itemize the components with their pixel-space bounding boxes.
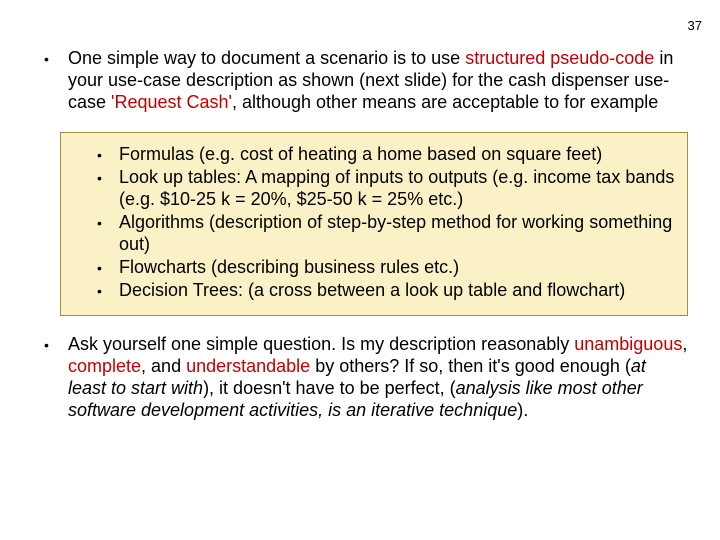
emphasis-red: understandable [186, 356, 310, 376]
bullet-marker: • [97, 144, 119, 166]
text-fragment: , although other means are acceptable to… [232, 92, 658, 112]
sub-bullet-text: Algorithms (description of step-by-step … [119, 212, 679, 256]
text-fragment: , and [141, 356, 186, 376]
emphasis-red: 'Request Cash' [111, 92, 232, 112]
bullet-marker: • [97, 280, 119, 302]
slide: 37 • One simple way to document a scenar… [0, 0, 720, 540]
emphasis-red: complete [68, 356, 141, 376]
text-fragment: One simple way to document a scenario is… [68, 48, 465, 68]
bullet-marker: • [44, 48, 68, 70]
bullet-marker: • [97, 257, 119, 279]
bullet-text-2: Ask yourself one simple question. Is my … [68, 334, 688, 422]
slide-content: • One simple way to document a scenario … [44, 48, 688, 429]
sub-bullet-item: • Look up tables: A mapping of inputs to… [69, 167, 679, 211]
emphasis-red: unambiguous [574, 334, 682, 354]
bullet-marker: • [97, 167, 119, 189]
highlight-box: • Formulas (e.g. cost of heating a home … [60, 132, 688, 316]
sub-bullet-item: • Decision Trees: (a cross between a loo… [69, 280, 679, 302]
text-fragment: , [682, 334, 687, 354]
page-number: 37 [688, 18, 702, 33]
bullet-marker: • [97, 212, 119, 234]
sub-bullet-item: • Flowcharts (describing business rules … [69, 257, 679, 279]
text-fragment: ). [517, 400, 528, 420]
sub-bullet-item: • Formulas (e.g. cost of heating a home … [69, 144, 679, 166]
bullet-marker: • [44, 334, 68, 356]
sub-bullet-text: Decision Trees: (a cross between a look … [119, 280, 679, 302]
text-fragment: by others? If so, then it's good enough … [310, 356, 631, 376]
sub-bullet-text: Look up tables: A mapping of inputs to o… [119, 167, 679, 211]
bullet-text-1: One simple way to document a scenario is… [68, 48, 688, 114]
bullet-item-2: • Ask yourself one simple question. Is m… [44, 334, 688, 422]
bullet-item-1: • One simple way to document a scenario … [44, 48, 688, 114]
sub-bullet-text: Formulas (e.g. cost of heating a home ba… [119, 144, 679, 166]
text-fragment: Ask yourself one simple question. Is my … [68, 334, 574, 354]
text-fragment: ), it doesn't have to be perfect, ( [203, 378, 456, 398]
sub-bullet-item: • Algorithms (description of step-by-ste… [69, 212, 679, 256]
emphasis-red: structured pseudo-code [465, 48, 654, 68]
sub-bullet-text: Flowcharts (describing business rules et… [119, 257, 679, 279]
